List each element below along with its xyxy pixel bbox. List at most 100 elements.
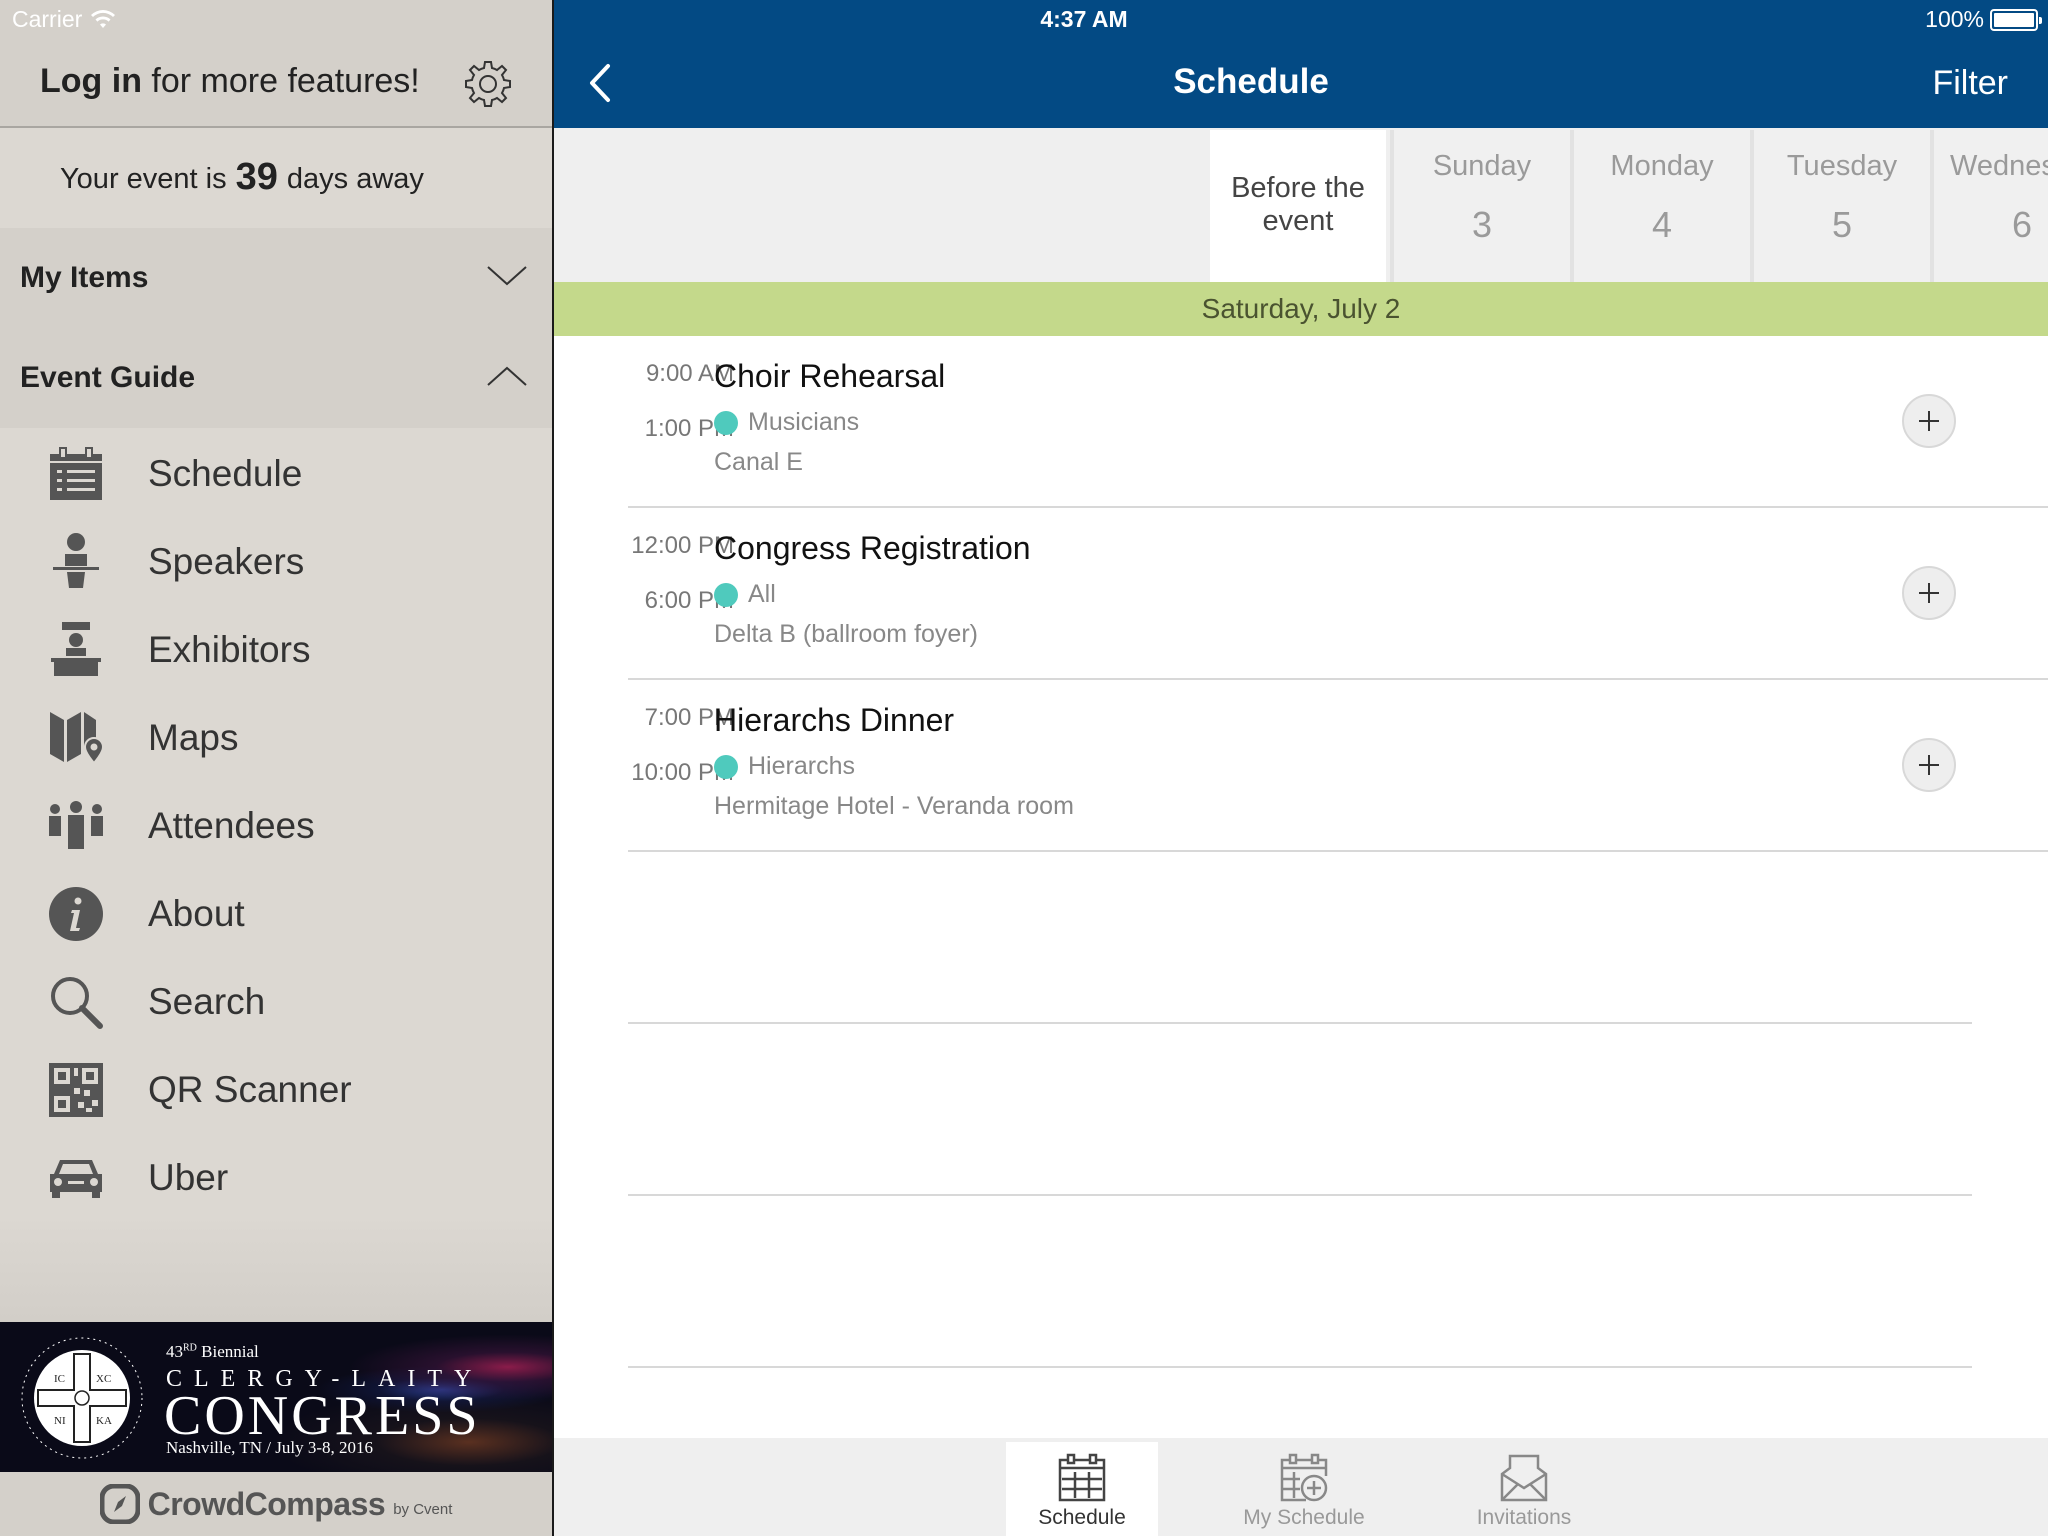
sidebar-item-schedule[interactable]: Schedule: [0, 430, 552, 518]
empty-row-divider: [628, 1366, 1972, 1368]
session-row[interactable]: 12:00 PM 6:00 PM Congress Registration A…: [554, 508, 2048, 680]
banner-location: Nashville, TN / July 3-8, 2016: [166, 1438, 373, 1457]
session-location: Hermitage Hotel - Veranda room: [714, 792, 1074, 820]
tab-schedule[interactable]: Schedule: [1006, 1442, 1158, 1536]
day-number: 4: [1651, 204, 1673, 245]
day-name: Tuesday: [1786, 150, 1898, 182]
banner-edition-num: 43: [166, 1342, 183, 1361]
row-divider: [628, 850, 2048, 852]
track-color-dot: [714, 582, 738, 607]
exhibitors-icon: [51, 622, 101, 676]
sidebar-header: Carrier Log in for more features!: [0, 0, 552, 128]
day-tab-wednesday[interactable]: Wednes 6: [1934, 130, 2048, 282]
banner-edition-word: Biennial: [201, 1342, 259, 1361]
status-battery: 100%: [1925, 6, 2042, 33]
tab-label: My Schedule: [1243, 1506, 1365, 1529]
section-my-items[interactable]: My Items: [0, 228, 552, 328]
settings-gear-icon[interactable]: [462, 58, 514, 110]
day-name: Monday: [1610, 150, 1714, 182]
nav-bar: 4:37 AM 100% Schedule Filter: [554, 0, 2048, 128]
calendar-grid-icon: [1058, 1453, 1106, 1502]
sidebar-item-uber[interactable]: Uber: [0, 1134, 552, 1222]
countdown-suffix: days away: [286, 162, 424, 195]
login-link[interactable]: Log in: [40, 62, 142, 100]
qr-code-icon: [49, 1063, 103, 1117]
date-header: Saturday, July 2: [554, 282, 2048, 336]
status-time: 4:37 AM: [1040, 6, 1128, 32]
section-event-guide[interactable]: Event Guide: [0, 328, 552, 428]
tab-invitations[interactable]: Invitations: [1444, 1442, 1604, 1536]
day-number: 5: [1831, 204, 1853, 245]
crowdcompass-footer: CrowdCompass by Cvent: [0, 1472, 552, 1536]
empty-row-divider: [628, 1194, 1972, 1196]
crowdcompass-by: by Cvent: [393, 1500, 453, 1518]
session-title[interactable]: Congress Registration: [714, 530, 1031, 567]
track-color-dot: [714, 410, 738, 435]
seal-ka: KA: [96, 1415, 112, 1427]
sidebar-item-label: Attendees: [148, 805, 315, 846]
sidebar-item-maps[interactable]: Maps: [0, 694, 552, 782]
day-tab-label: Before the event: [1210, 172, 1386, 238]
section-label: Event Guide: [20, 361, 196, 394]
schedule-icon: [50, 447, 102, 500]
day-name: Sunday: [1432, 150, 1532, 182]
battery-icon: [1990, 8, 2042, 31]
sidebar-item-exhibitors[interactable]: Exhibitors: [0, 606, 552, 694]
session-row[interactable]: 9:00 AM 1:00 PM Choir Rehearsal Musician…: [554, 336, 2048, 508]
plus-icon: [1919, 411, 1939, 431]
plus-icon: [1919, 583, 1939, 603]
add-to-schedule-button[interactable]: [1902, 738, 1956, 792]
tab-my-schedule[interactable]: My Schedule: [1224, 1442, 1384, 1536]
login-prompt[interactable]: Log in for more features!: [40, 62, 420, 101]
day-number: 6: [2011, 204, 2033, 245]
wifi-icon: [91, 9, 116, 28]
sidebar-item-label: Speakers: [148, 541, 305, 582]
session-track: All: [714, 580, 776, 609]
battery-fill: [1994, 12, 2034, 27]
countdown-prefix: Your event is: [60, 162, 227, 195]
sidebar-item-qr-scanner[interactable]: QR Scanner: [0, 1046, 552, 1134]
banner-edition-sup: RD: [183, 1342, 197, 1354]
sidebar-item-label: QR Scanner: [148, 1069, 352, 1110]
add-to-schedule-button[interactable]: [1902, 566, 1956, 620]
event-banner[interactable]: IC XC NI KA 43RD Biennial CLERGY-LAITY C…: [0, 1322, 552, 1472]
day-name: Wednes: [1950, 150, 2048, 182]
sidebar-item-label: Schedule: [148, 453, 303, 494]
countdown-days: 39: [235, 155, 278, 198]
seal-ic: IC: [54, 1373, 65, 1385]
calendar-add-icon: [1280, 1453, 1328, 1502]
sidebar-item-search[interactable]: Search: [0, 958, 552, 1046]
plus-icon: [1919, 755, 1939, 775]
session-row[interactable]: 7:00 PM 10:00 PM Hierarchs Dinner Hierar…: [554, 680, 2048, 852]
event-countdown: Your event is 39 days away: [0, 130, 552, 228]
track-color-dot: [714, 754, 738, 779]
sidebar-item-about[interactable]: About: [0, 870, 552, 958]
day-tab-sunday[interactable]: Sunday 3: [1394, 130, 1570, 282]
sidebar-item-speakers[interactable]: Speakers: [0, 518, 552, 606]
seal-xc: XC: [96, 1373, 111, 1385]
session-title[interactable]: Hierarchs Dinner: [714, 702, 954, 739]
day-tab-before-event[interactable]: Before the event: [1210, 130, 1386, 282]
page-title-text: Schedule: [1173, 62, 1329, 101]
sidebar-item-label: Uber: [148, 1157, 229, 1198]
crowdcompass-brand: CrowdCompass: [147, 1485, 386, 1522]
sidebar-item-label: Maps: [148, 717, 239, 758]
add-to-schedule-button[interactable]: [1902, 394, 1956, 448]
day-tab-tuesday[interactable]: Tuesday 5: [1754, 130, 1930, 282]
section-label: My Items: [20, 261, 149, 294]
search-icon: [51, 977, 103, 1029]
status-carrier: Carrier: [12, 6, 116, 33]
envelope-open-icon: [1500, 1454, 1548, 1502]
tab-label: Invitations: [1476, 1506, 1572, 1529]
session-title[interactable]: Choir Rehearsal: [714, 358, 945, 395]
day-tab-label-text: Before the event: [1231, 172, 1365, 237]
day-tab-monday[interactable]: Monday 4: [1574, 130, 1750, 282]
filter-button[interactable]: Filter: [1932, 64, 2008, 103]
tab-label: Schedule: [1038, 1506, 1126, 1529]
chevron-up-icon: [487, 366, 527, 386]
battery-percent: 100%: [1925, 6, 1984, 32]
sidebar-item-attendees[interactable]: Attendees: [0, 782, 552, 870]
session-location: Canal E: [714, 448, 803, 476]
sidebar-item-label: About: [148, 893, 245, 934]
carrier-label: Carrier: [12, 6, 83, 32]
